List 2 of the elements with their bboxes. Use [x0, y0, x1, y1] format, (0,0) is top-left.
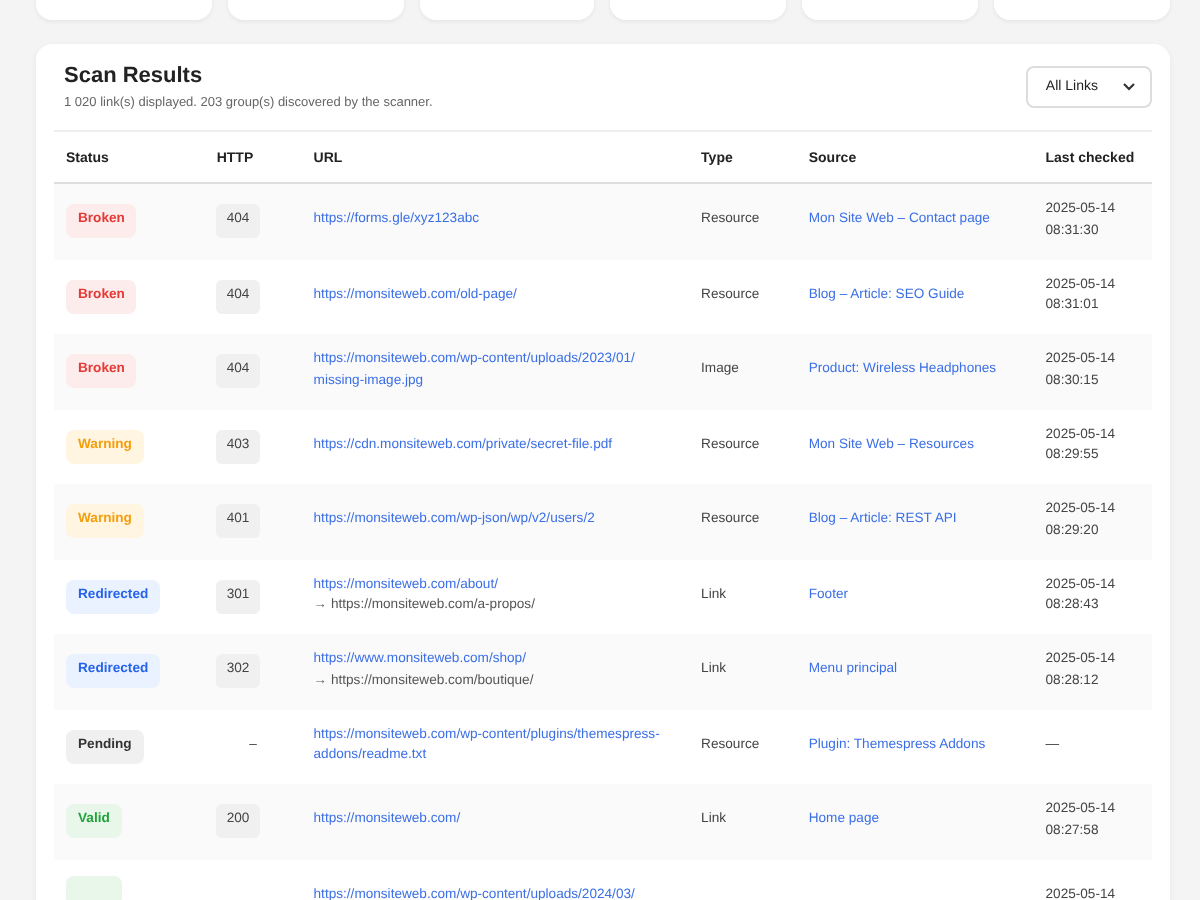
- chevron-down-icon: [1122, 82, 1136, 92]
- card-title: Scan Results: [64, 64, 205, 88]
